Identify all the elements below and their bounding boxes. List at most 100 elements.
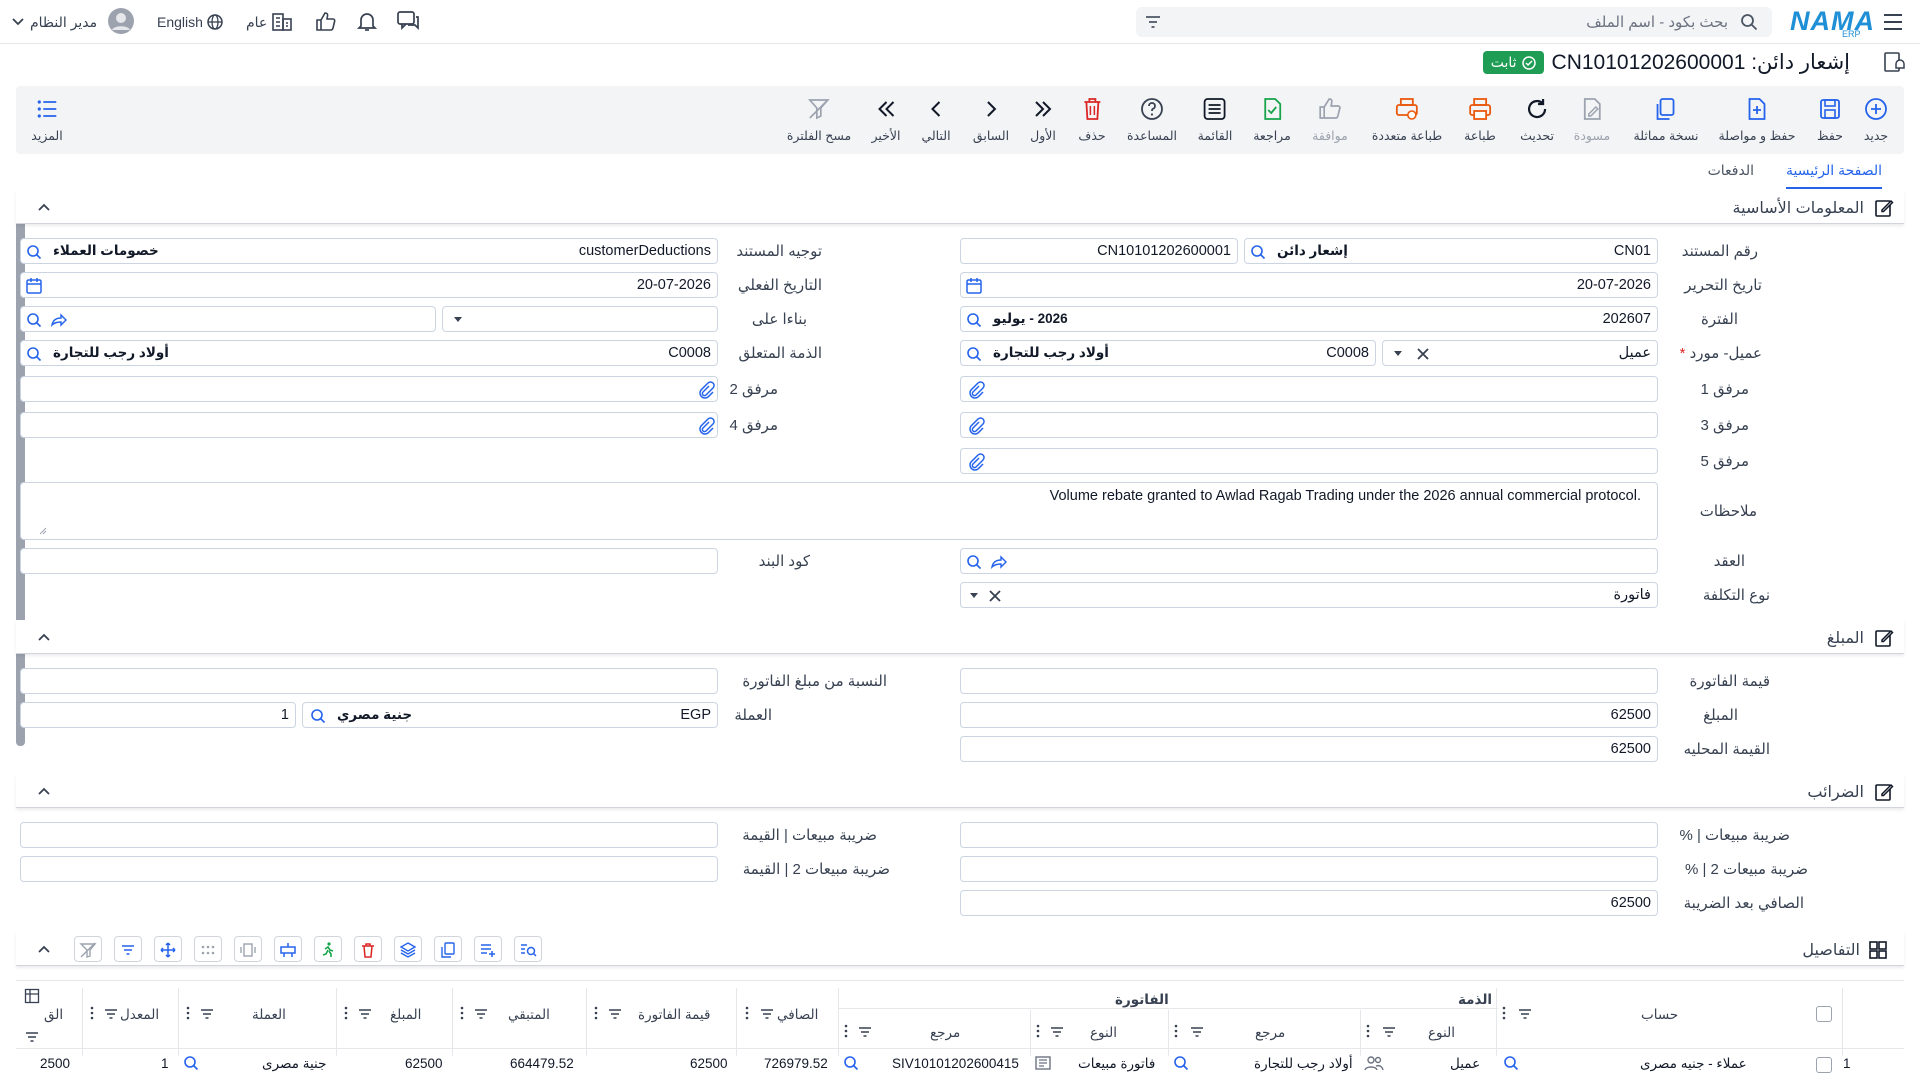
refresh-button[interactable]: تحديث: [1520, 96, 1554, 150]
paperclip-icon[interactable]: [967, 453, 985, 471]
lookup-icon[interactable]: [1502, 1054, 1520, 1072]
menu-icon[interactable]: [1882, 12, 1908, 36]
grid-clear-filter-button[interactable]: [74, 936, 102, 962]
clear-icon[interactable]: [989, 590, 1001, 602]
column-filter-icon[interactable]: [1518, 1008, 1532, 1020]
col-header-remaining[interactable]: المتبقي: [508, 1007, 550, 1023]
delete-button[interactable]: حذف: [1078, 96, 1106, 150]
col-header-cut[interactable]: الق: [44, 1007, 63, 1023]
party-type-select[interactable]: عميل: [1382, 340, 1658, 366]
column-filter-icon[interactable]: [1382, 1026, 1396, 1038]
grid-layout-button[interactable]: [274, 936, 302, 962]
grid-run-button[interactable]: [314, 936, 342, 962]
related-field[interactable]: C0008 أولاد رجب للتجارة: [20, 340, 718, 366]
grid-delete-button[interactable]: [354, 936, 382, 962]
actual-date-field[interactable]: 20-07-2026: [20, 272, 718, 298]
caret-down-icon[interactable]: [1393, 350, 1403, 358]
attachment-3-field[interactable]: [960, 412, 1658, 438]
last-button[interactable]: الأخير: [872, 96, 901, 150]
calendar-icon[interactable]: [965, 277, 983, 295]
grid-columns-button[interactable]: [234, 936, 262, 962]
direction-field[interactable]: customerDeductions خصومات العملاء: [20, 238, 718, 264]
notes-textarea[interactable]: Volume rebate granted to Awlad Ragab Tra…: [20, 482, 1658, 540]
column-filter-icon[interactable]: [858, 1026, 872, 1038]
column-menu-icon[interactable]: [460, 1006, 464, 1020]
language-switch[interactable]: English: [157, 14, 203, 30]
col-header-invoice-type[interactable]: النوع: [1090, 1025, 1117, 1041]
column-menu-icon[interactable]: [1036, 1024, 1040, 1038]
column-menu-icon[interactable]: [90, 1006, 94, 1020]
thumbs-up-icon[interactable]: [314, 10, 340, 34]
section-taxes-header[interactable]: الضرائب: [16, 774, 1904, 808]
paperclip-icon[interactable]: [697, 381, 715, 399]
exchange-rate-field[interactable]: 1: [20, 702, 296, 728]
brand-logo[interactable]: NAMA ERP: [1790, 4, 1874, 39]
help-button[interactable]: المساعدة: [1127, 96, 1177, 150]
search-input[interactable]: بحث بكود - اسم الملف: [1586, 13, 1728, 31]
col-header-amount[interactable]: المبلغ: [390, 1007, 421, 1023]
based-on-select[interactable]: [442, 306, 718, 332]
save-button[interactable]: حفظ: [1817, 96, 1843, 150]
lookup-icon[interactable]: [965, 311, 983, 329]
attachment-5-field[interactable]: [960, 448, 1658, 474]
col-header-rate[interactable]: المعدل: [120, 1007, 159, 1023]
lookup-icon[interactable]: [1249, 243, 1267, 261]
review-button[interactable]: مراجعة: [1253, 96, 1291, 150]
grid-add-rows-button[interactable]: [474, 936, 502, 962]
row-checkbox[interactable]: [1816, 1057, 1832, 1073]
column-filter-icon[interactable]: [474, 1008, 488, 1020]
approve-button[interactable]: موافقة: [1312, 96, 1348, 150]
chevron-up-icon[interactable]: [36, 783, 52, 799]
lookup-icon[interactable]: [842, 1054, 860, 1072]
column-menu-icon[interactable]: [844, 1024, 848, 1038]
attachment-2-field[interactable]: [20, 376, 718, 402]
print-button[interactable]: طباعة: [1464, 96, 1496, 150]
user-menu[interactable]: مدير النظام: [12, 8, 134, 36]
item-code-field[interactable]: [20, 548, 718, 574]
grid-dots-button[interactable]: [194, 936, 222, 962]
column-menu-icon[interactable]: [1366, 1024, 1370, 1038]
grid-copy-button[interactable]: [434, 936, 462, 962]
cost-type-select[interactable]: فاتورة: [960, 582, 1658, 608]
col-header-account[interactable]: حساب: [1641, 1007, 1678, 1023]
column-filter-icon[interactable]: [608, 1008, 622, 1020]
column-menu-icon[interactable]: [186, 1006, 190, 1020]
column-filter-icon[interactable]: [104, 1008, 118, 1020]
edit-date-field[interactable]: 20-07-2026: [960, 272, 1658, 298]
grid-move-button[interactable]: [154, 936, 182, 962]
column-menu-icon[interactable]: [344, 1006, 348, 1020]
column-menu-icon[interactable]: [1174, 1024, 1178, 1038]
calendar-icon[interactable]: [25, 277, 43, 295]
col-header-invoice-value[interactable]: قيمة الفاتورة: [638, 1007, 710, 1023]
previous-button[interactable]: السابق: [973, 96, 1009, 150]
column-filter-icon[interactable]: [760, 1008, 774, 1020]
scope-label[interactable]: عام: [246, 14, 267, 31]
list-button[interactable]: القائمة: [1198, 96, 1232, 150]
next-button[interactable]: التالي: [921, 96, 951, 150]
lookup-icon[interactable]: [309, 707, 327, 725]
lookup-icon[interactable]: [965, 345, 983, 363]
chevron-up-icon[interactable]: [36, 941, 52, 957]
vat2-percent-field[interactable]: [960, 856, 1658, 882]
invoice-value-field[interactable]: [960, 668, 1658, 694]
new-button[interactable]: جديد: [1863, 96, 1889, 150]
attachment-4-field[interactable]: [20, 412, 718, 438]
column-filter-icon[interactable]: [358, 1008, 372, 1020]
lookup-icon[interactable]: [182, 1054, 200, 1072]
contract-field[interactable]: [960, 548, 1658, 574]
column-filter-icon[interactable]: [1190, 1026, 1204, 1038]
bell-icon[interactable]: [356, 10, 382, 34]
chevron-up-icon[interactable]: [36, 199, 52, 215]
grid-layers-button[interactable]: [394, 936, 422, 962]
section-basic-header[interactable]: المعلومات الأساسية: [16, 190, 1904, 224]
chevron-up-icon[interactable]: [36, 629, 52, 645]
doc-number-field[interactable]: CN01 إشعار دائن: [1244, 238, 1658, 264]
tab-payments[interactable]: الدفعات: [1708, 162, 1754, 179]
more-button[interactable]: المزيد: [31, 96, 63, 150]
col-header-type[interactable]: النوع: [1428, 1025, 1455, 1041]
lookup-icon[interactable]: [25, 345, 43, 363]
globe-icon[interactable]: [206, 13, 224, 31]
paperclip-icon[interactable]: [967, 381, 985, 399]
paperclip-icon[interactable]: [967, 417, 985, 435]
amount-field[interactable]: 62500: [960, 702, 1658, 728]
